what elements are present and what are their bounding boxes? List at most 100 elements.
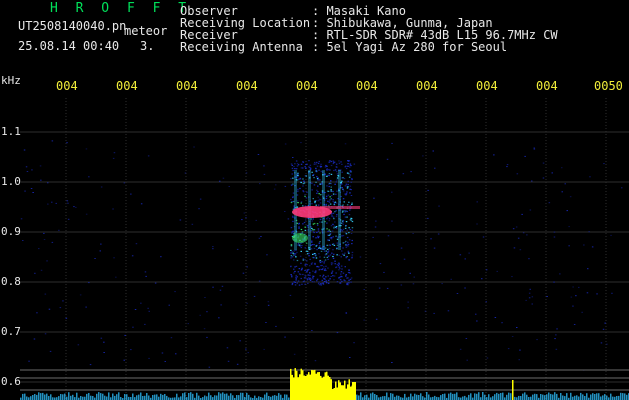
- echo-pixel: [340, 279, 342, 281]
- echo-pixel: [309, 258, 311, 260]
- echo-pixel: [302, 185, 304, 187]
- noise-pixel: [465, 338, 468, 339]
- echo-pixel: [334, 221, 336, 223]
- echo-pixel: [332, 193, 335, 195]
- noise-pixel: [621, 187, 623, 189]
- level-peak-bar: [299, 374, 301, 400]
- echo-pixel: [328, 220, 330, 222]
- level-bar: [582, 394, 584, 400]
- noise-pixel: [263, 165, 265, 167]
- echo-pixel: [325, 276, 327, 278]
- echo-pixel: [326, 222, 328, 224]
- noise-pixel: [610, 234, 612, 236]
- level-bar: [612, 396, 614, 400]
- echo-pixel: [351, 220, 354, 223]
- level-peak-bar: [329, 377, 331, 400]
- echo-pixel: [304, 283, 306, 285]
- echo-pixel: [311, 281, 314, 283]
- echo-pixel: [306, 225, 309, 227]
- echo-pixel: [348, 282, 350, 284]
- level-bar: [208, 392, 210, 400]
- noise-pixel: [438, 205, 440, 207]
- level-bar: [274, 395, 276, 400]
- noise-pixel: [247, 352, 249, 354]
- echo-pixel: [313, 231, 315, 234]
- echo-pixel: [328, 185, 330, 188]
- noise-pixel: [525, 299, 527, 301]
- noise-pixel: [319, 221, 321, 223]
- echo-pixel: [326, 185, 328, 187]
- echo-pixel: [330, 238, 333, 240]
- echo-pixel: [331, 252, 333, 254]
- echo-pixel: [319, 194, 322, 196]
- echo-pixel: [330, 160, 333, 163]
- echo-pixel: [298, 273, 301, 275]
- noise-pixel: [350, 233, 353, 234]
- echo-pixel: [348, 201, 350, 203]
- echo-pixel: [327, 282, 330, 284]
- noise-pixel: [113, 152, 116, 154]
- echo-pixel: [309, 167, 312, 169]
- noise-pixel: [412, 283, 415, 285]
- echo-pixel: [325, 203, 327, 205]
- echo-pixel: [346, 204, 349, 206]
- echo-pixel: [317, 283, 320, 285]
- echo-pixel: [349, 192, 351, 194]
- noise-pixel: [412, 233, 414, 234]
- echo-pixel: [316, 192, 318, 194]
- echo-pixel: [317, 162, 320, 164]
- level-peak-bar: [352, 382, 356, 400]
- level-bar: [188, 393, 190, 400]
- echo-pixel: [338, 266, 341, 268]
- level-bar: [180, 396, 182, 400]
- noise-pixel: [75, 206, 77, 208]
- echo-pixel: [315, 181, 317, 183]
- echo-pixel: [301, 283, 303, 285]
- level-bar: [506, 394, 508, 400]
- noise-pixel: [546, 296, 548, 297]
- level-bar: [532, 394, 534, 400]
- noise-pixel: [511, 276, 513, 278]
- echo-pixel: [343, 279, 345, 281]
- echo-pixel: [302, 190, 304, 192]
- echo-tail: [320, 206, 360, 209]
- level-bar: [104, 395, 106, 400]
- echo-pixel: [346, 187, 349, 189]
- level-spike: [512, 380, 514, 400]
- echo-pixel: [330, 232, 332, 235]
- echo-pixel: [326, 228, 328, 230]
- echo-pixel: [350, 218, 353, 220]
- echo-pixel: [302, 258, 305, 260]
- echo-pixel: [346, 216, 348, 218]
- level-bar: [626, 394, 628, 400]
- echo-pixel: [298, 222, 300, 224]
- level-peak-bar: [308, 372, 310, 400]
- echo-pixel: [318, 236, 320, 238]
- noise-pixel: [33, 338, 36, 340]
- echo-pixel: [315, 257, 318, 259]
- noise-pixel: [363, 319, 365, 321]
- level-bar: [46, 393, 48, 400]
- echo-pixel: [332, 249, 334, 251]
- echo-pixel: [319, 245, 321, 247]
- level-peak-bar: [332, 389, 334, 400]
- echo-pixel: [317, 247, 320, 249]
- echo-pixel: [350, 165, 352, 167]
- echo-pixel: [325, 195, 328, 197]
- noise-pixel: [400, 247, 403, 249]
- level-peak-bar: [291, 374, 293, 400]
- echo-pixel: [342, 247, 344, 249]
- level-bar: [44, 394, 46, 400]
- echo-pixel: [326, 256, 329, 258]
- echo-pixel: [313, 244, 315, 246]
- echo-pixel: [309, 164, 312, 166]
- echo-pixel: [312, 229, 314, 231]
- echo-pixel: [302, 259, 305, 261]
- level-peak-bar: [321, 377, 323, 400]
- level-bar: [108, 392, 110, 400]
- noise-pixel: [284, 185, 287, 187]
- echo-pixel: [340, 222, 343, 224]
- level-peak-bar: [305, 376, 307, 400]
- level-bar: [92, 396, 94, 400]
- echo-pixel: [334, 183, 336, 185]
